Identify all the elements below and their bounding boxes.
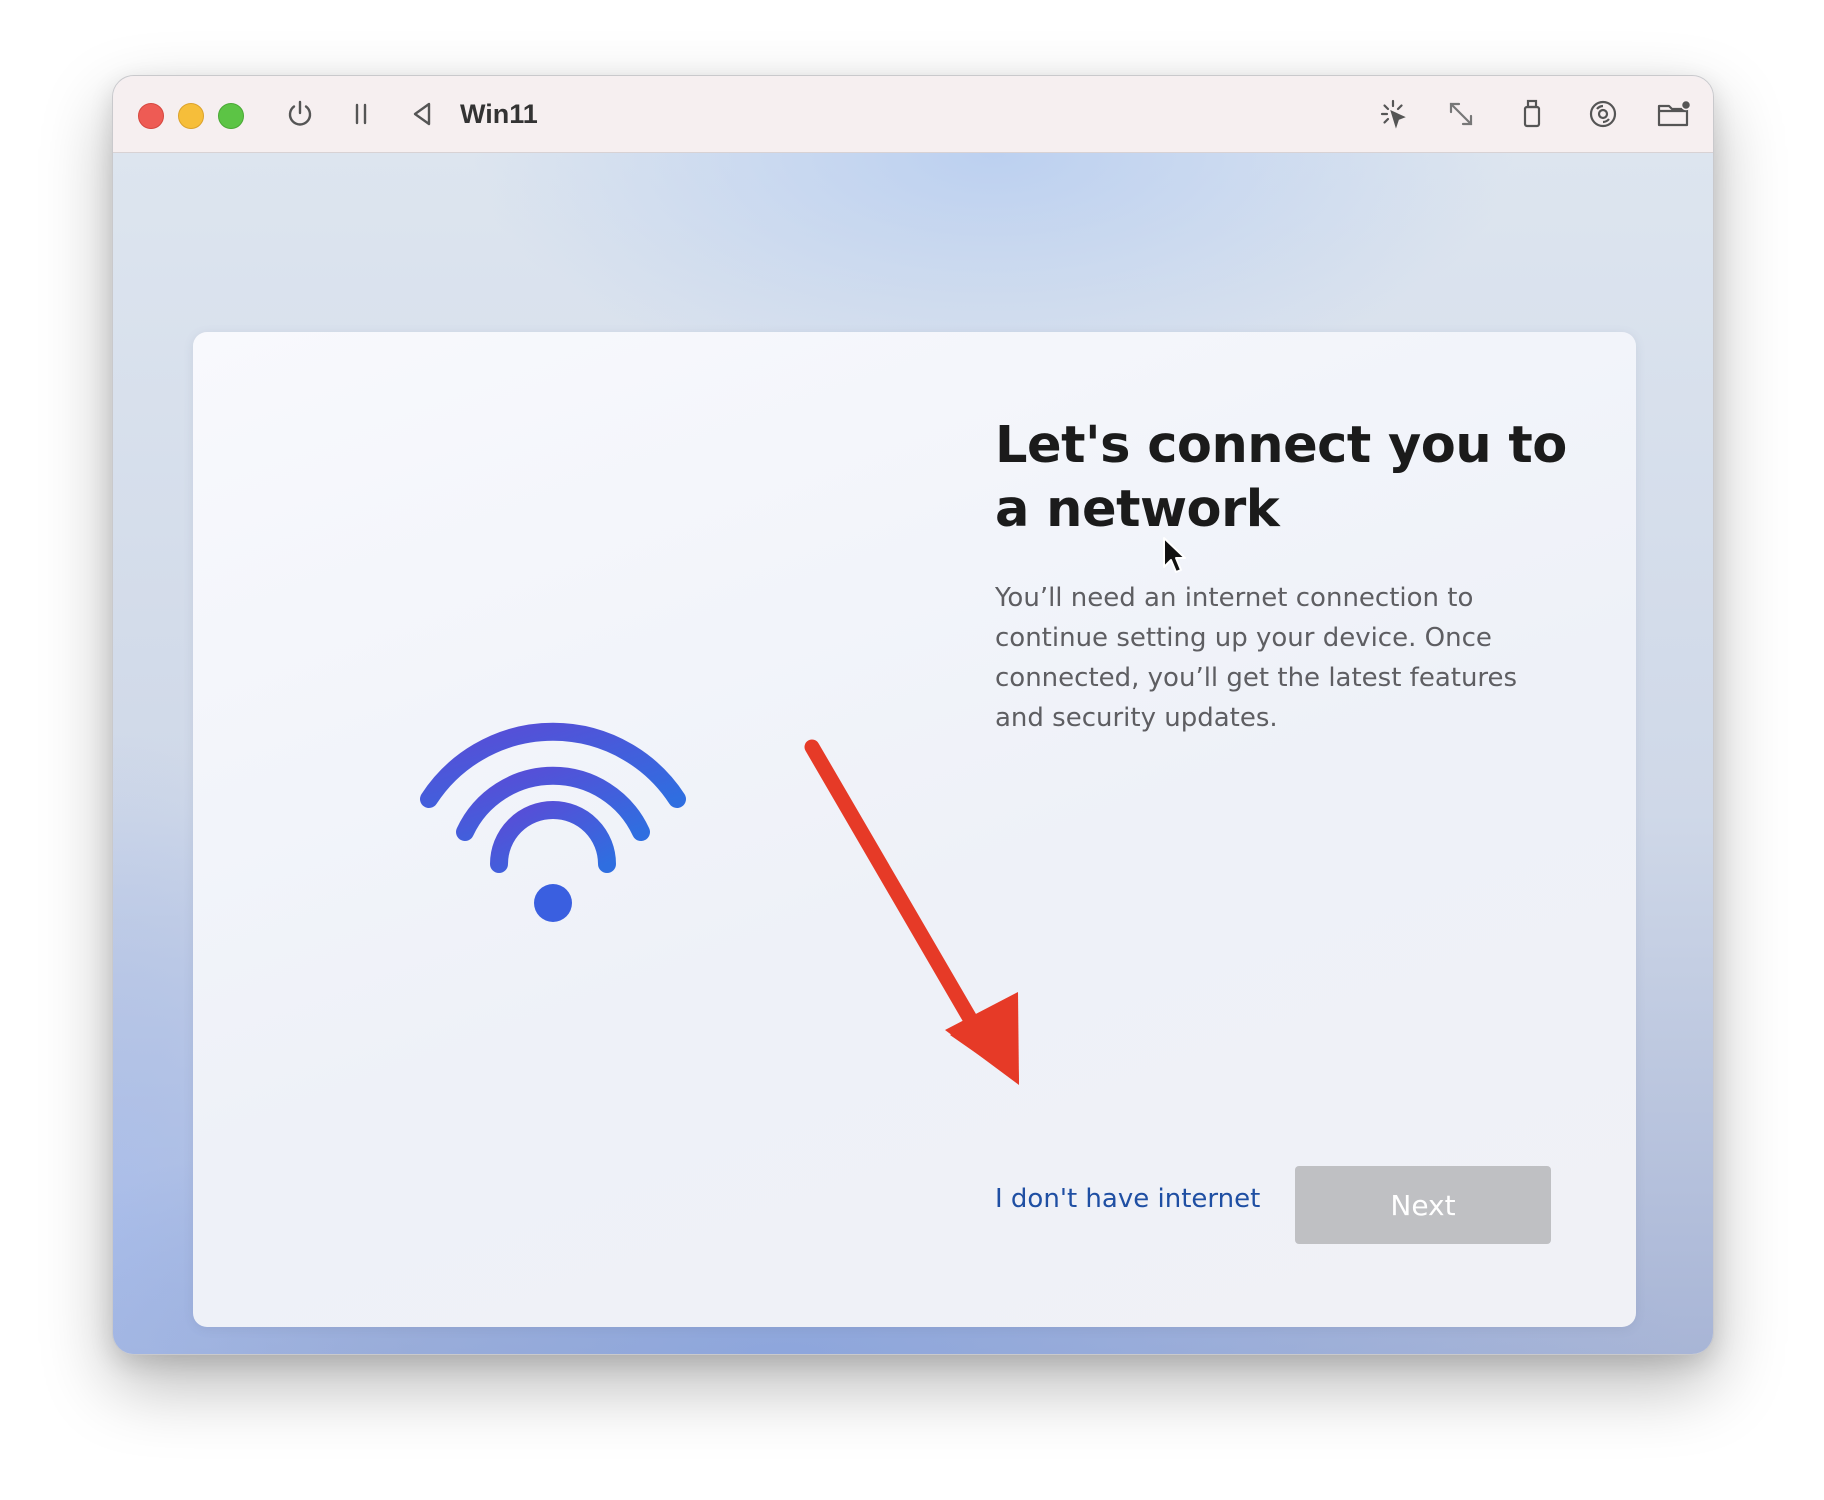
- usb-icon[interactable]: [1514, 96, 1550, 132]
- page-title: Let's connect you to a network: [995, 416, 1567, 539]
- zoom-button[interactable]: [218, 103, 244, 129]
- close-button[interactable]: [138, 103, 164, 129]
- back-icon[interactable]: [404, 96, 440, 132]
- resize-icon[interactable]: [1443, 96, 1479, 132]
- pause-icon[interactable]: [343, 96, 379, 132]
- wifi-icon: [420, 722, 686, 922]
- minimize-button[interactable]: [178, 103, 204, 129]
- oobe-card: Let's connect you to a network You’ll ne…: [193, 332, 1636, 1327]
- mouse-cursor-icon: [1163, 537, 1186, 573]
- window-title: Win11: [460, 99, 538, 129]
- shared-folder-icon[interactable]: [1656, 96, 1692, 132]
- page-description: You’ll need an internet connection to co…: [995, 583, 1518, 733]
- title-bar: Win11: [113, 76, 1713, 153]
- no-internet-link[interactable]: I don't have internet: [995, 1179, 1260, 1219]
- vm-window: Win11 Let's connect you to a network You…: [112, 75, 1714, 1355]
- vm-display: Let's connect you to a network You’ll ne…: [113, 153, 1713, 1354]
- cursor-capture-icon[interactable]: [1375, 96, 1411, 132]
- next-button[interactable]: Next: [1295, 1166, 1551, 1244]
- power-icon[interactable]: [282, 96, 318, 132]
- disc-icon[interactable]: [1585, 96, 1621, 132]
